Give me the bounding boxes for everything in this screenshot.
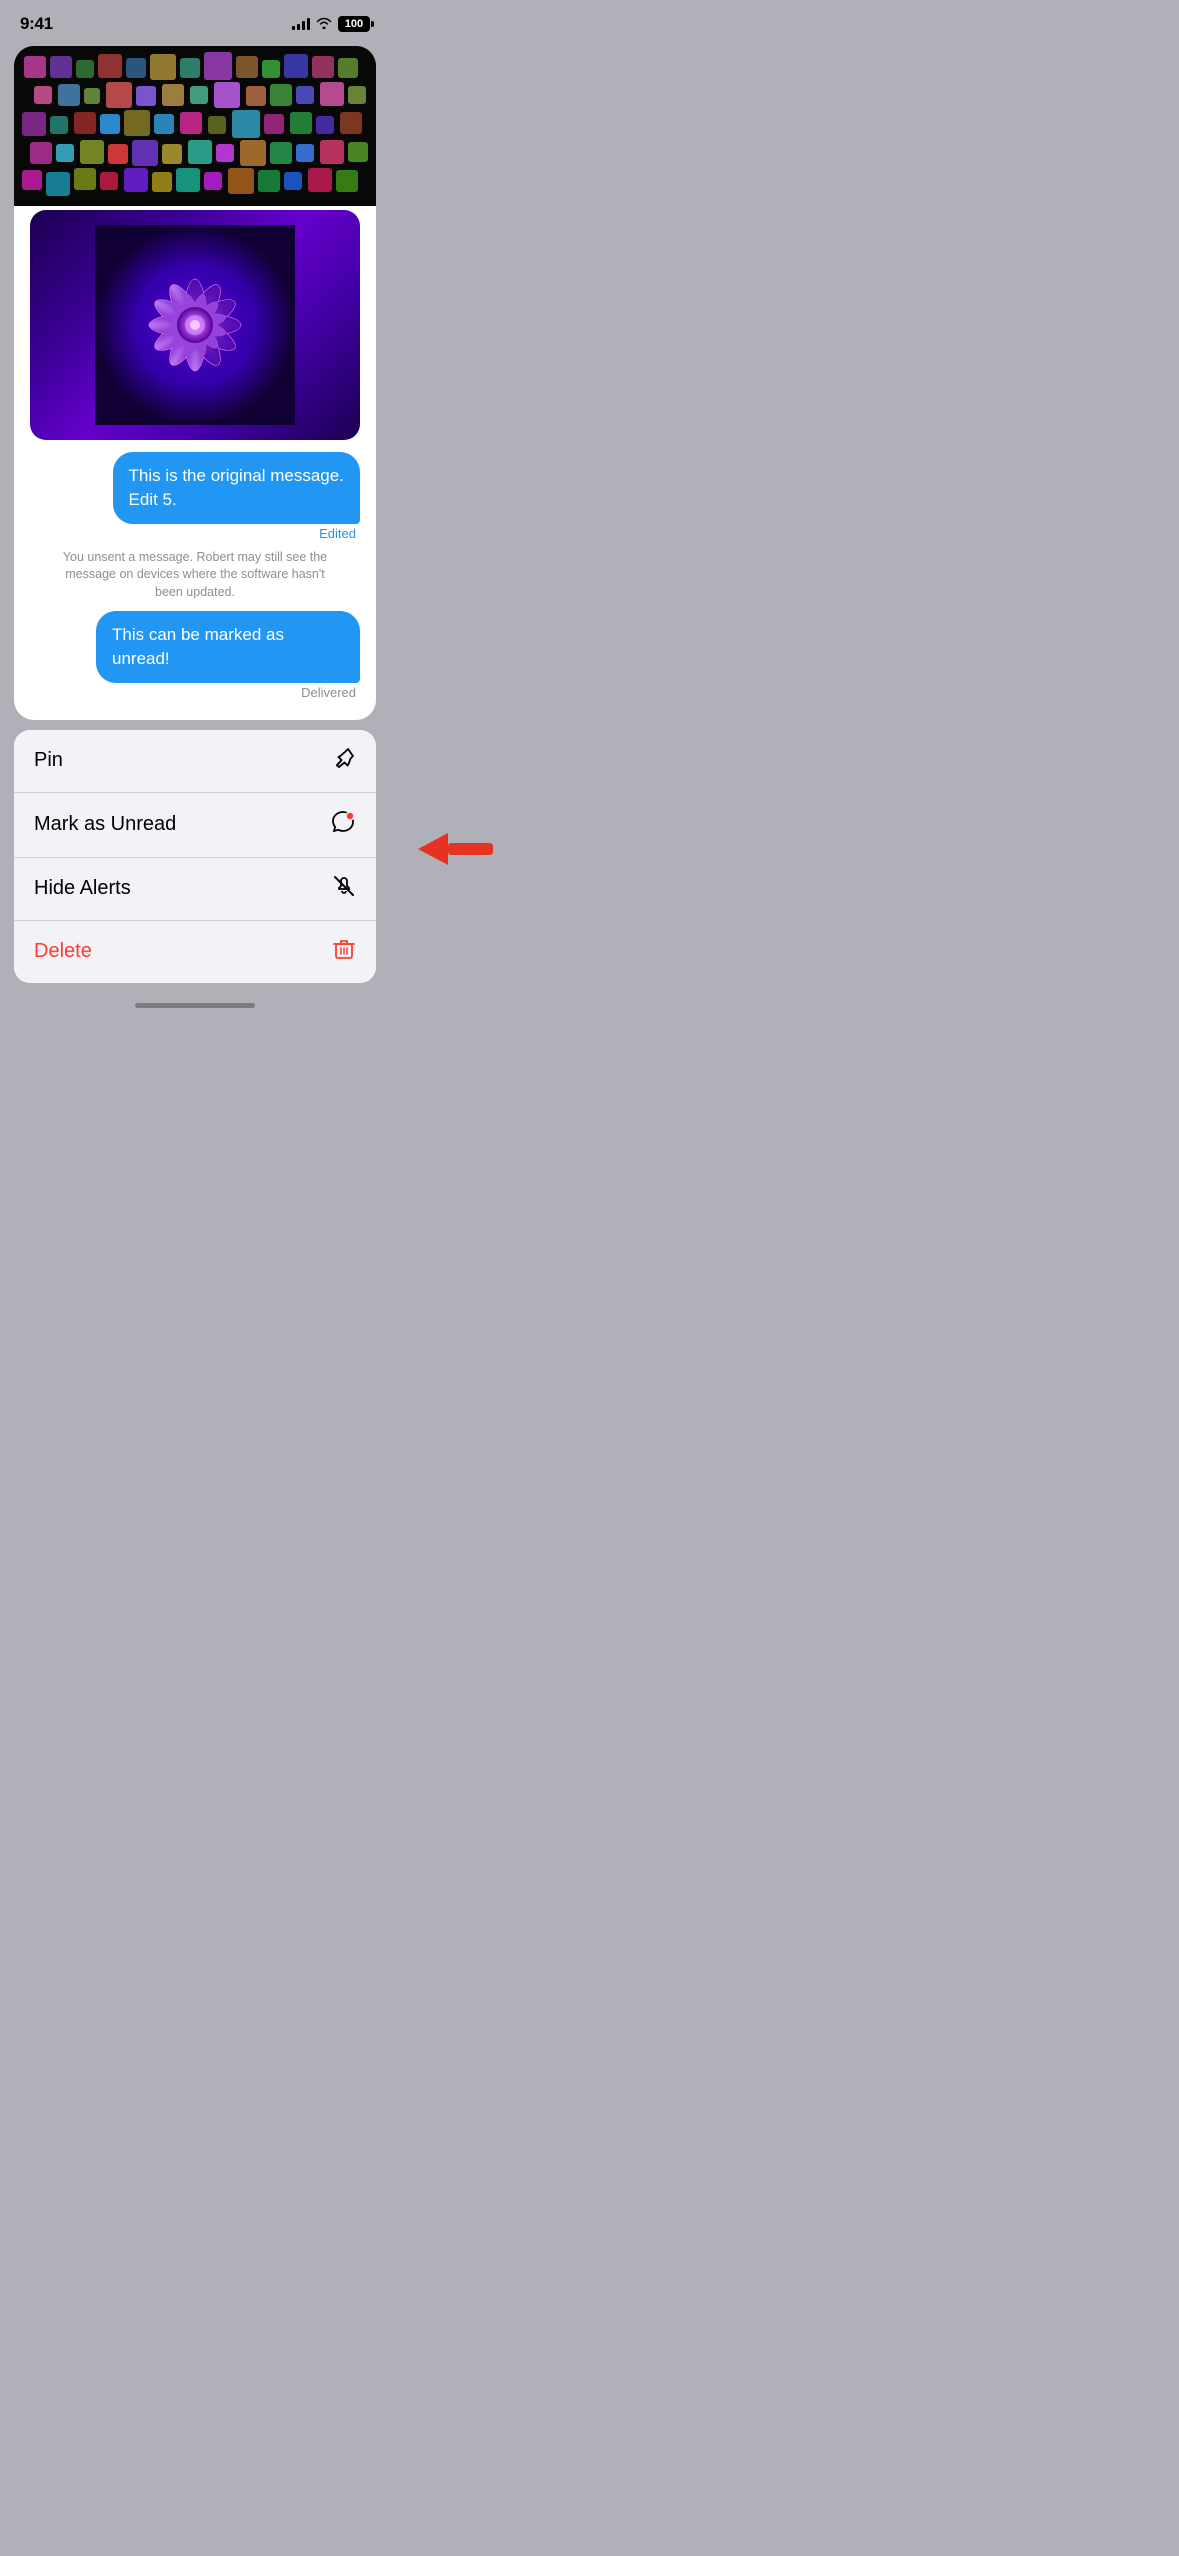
flower-image bbox=[30, 210, 360, 440]
status-time: 9:41 bbox=[20, 14, 53, 34]
menu-item-pin[interactable]: Pin bbox=[14, 730, 376, 793]
unsent-notice: You unsent a message. Robert may still s… bbox=[50, 549, 340, 602]
mark-unread-icon bbox=[330, 809, 356, 841]
signal-bar-4 bbox=[307, 18, 310, 30]
hide-alerts-icon bbox=[332, 874, 356, 904]
squares-pattern bbox=[14, 46, 376, 206]
menu-item-hide-alerts[interactable]: Hide Alerts bbox=[14, 858, 376, 921]
message-area: This is the original message. Edit 5. Ed… bbox=[14, 444, 376, 704]
signal-bar-2 bbox=[297, 24, 300, 30]
red-arrow bbox=[398, 827, 498, 876]
pin-label: Pin bbox=[34, 749, 63, 772]
delete-icon bbox=[332, 937, 356, 967]
home-pill bbox=[135, 1003, 255, 1008]
bubble-original-message: This is the original message. Edit 5. bbox=[113, 452, 361, 524]
menu-item-delete[interactable]: Delete bbox=[14, 921, 376, 983]
status-icons: 100 bbox=[292, 16, 370, 32]
delete-label: Delete bbox=[34, 940, 92, 963]
delivered-label: Delivered bbox=[30, 685, 360, 700]
pin-icon bbox=[332, 746, 356, 776]
context-menu-container: Pin Mark as Unread Hide Alerts bbox=[0, 730, 390, 983]
bubble-marked-message: This can be marked as unread! bbox=[96, 611, 360, 683]
signal-bar-3 bbox=[302, 21, 305, 30]
home-indicator bbox=[0, 993, 390, 1014]
signal-icon bbox=[292, 18, 310, 30]
edited-label: Edited bbox=[30, 526, 360, 541]
wifi-icon bbox=[316, 17, 332, 32]
mark-unread-label: Mark as Unread bbox=[34, 813, 176, 836]
top-image bbox=[14, 46, 376, 206]
signal-bar-1 bbox=[292, 26, 295, 30]
flower-svg bbox=[95, 225, 295, 425]
message-card: This is the original message. Edit 5. Ed… bbox=[14, 46, 376, 720]
context-menu: Pin Mark as Unread Hide Alerts bbox=[14, 730, 376, 983]
status-bar: 9:41 100 bbox=[0, 0, 390, 42]
battery-icon: 100 bbox=[338, 16, 370, 32]
hide-alerts-label: Hide Alerts bbox=[34, 877, 131, 900]
menu-item-mark-unread[interactable]: Mark as Unread bbox=[14, 793, 376, 858]
